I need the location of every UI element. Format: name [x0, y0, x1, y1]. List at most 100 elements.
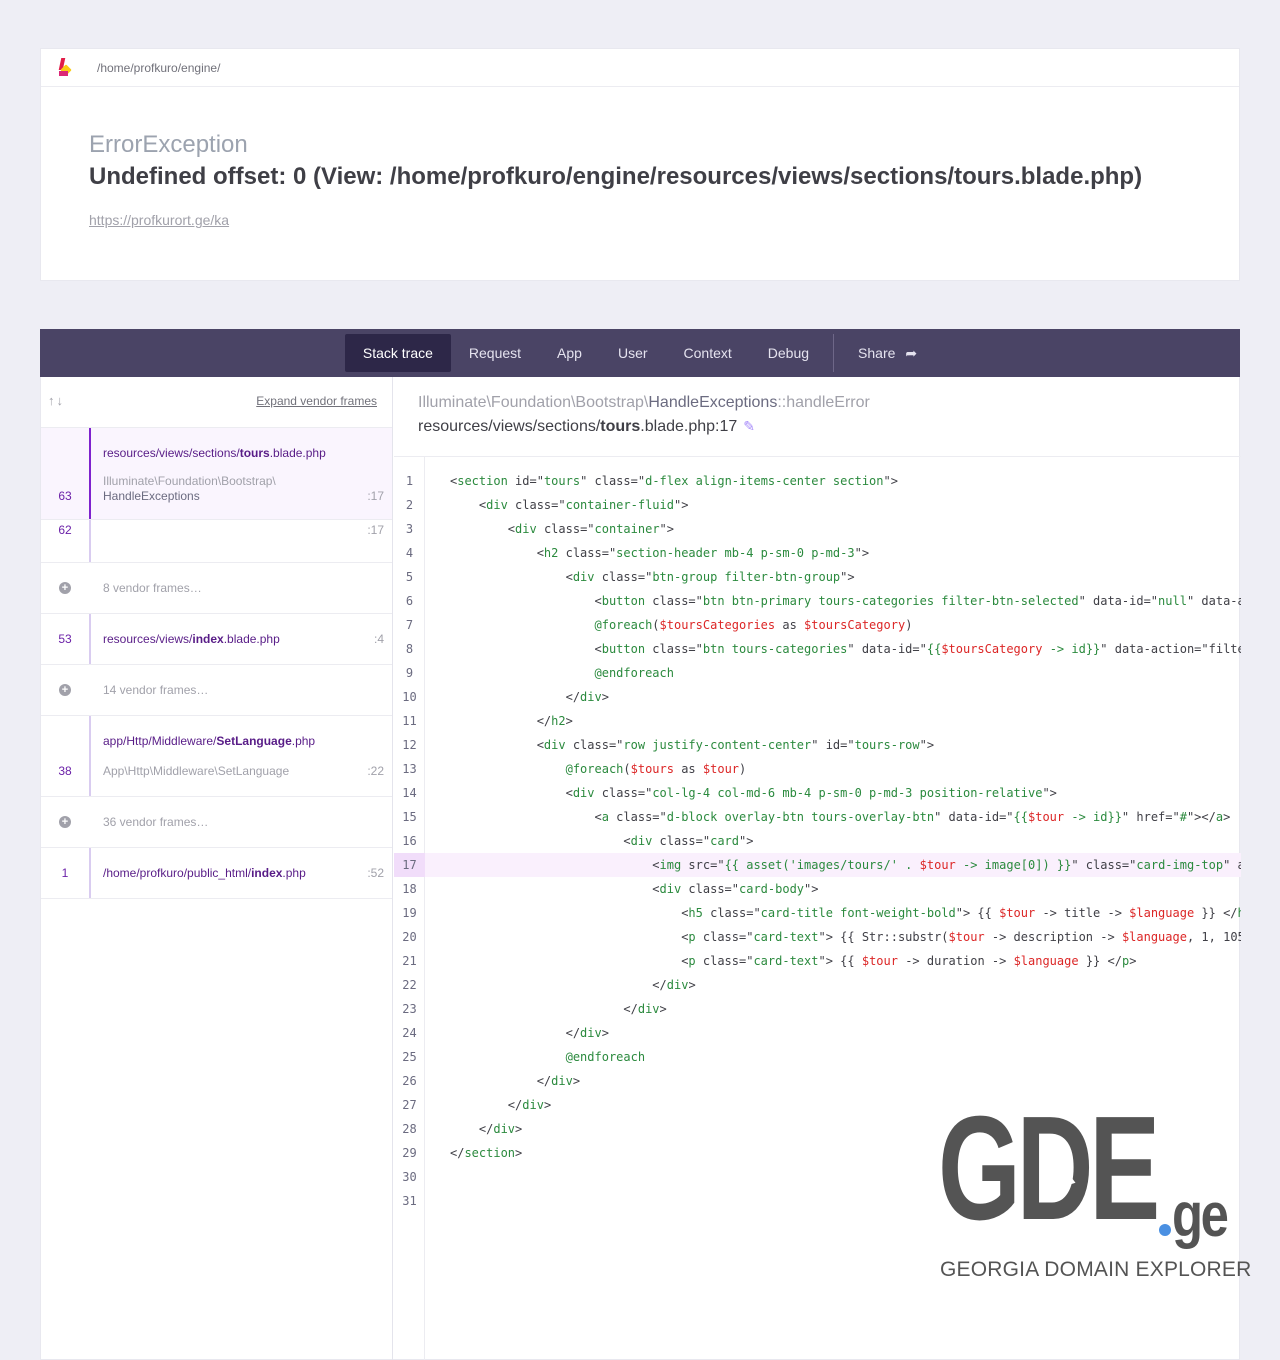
line-number: 7	[405, 618, 414, 632]
frame-class: App\Http\Middleware\SetLanguage	[103, 764, 290, 778]
line-number: 12	[402, 738, 417, 752]
stack-frame[interactable]: 53 resources/views/index.blade.php :4	[41, 614, 392, 665]
stack-frame[interactable]: resources/views/sections/tours.blade.php…	[41, 428, 392, 520]
code-line: 24 </div>	[394, 1021, 1241, 1045]
request-url-link[interactable]: https://profkurort.ge/ka	[89, 212, 229, 228]
stack-frame[interactable]: 1 /home/profkuro/public_html/index.php :…	[41, 848, 392, 899]
code-text: <div class="col-lg-4 col-md-6 mb-4 p-sm-…	[450, 786, 1057, 800]
code-line: 17 <img src="{{ asset('images/tours/' . …	[394, 853, 1241, 877]
code-text: <div class="card">	[450, 834, 754, 848]
vendor-frames-toggle[interactable]: + 14 vendor frames…	[41, 665, 392, 716]
code-line: 20 <p class="card-text"> {{ Str::substr(…	[394, 925, 1241, 949]
code-text: <div class="card-body">	[450, 882, 819, 896]
line-number: 16	[402, 834, 417, 848]
expand-vendor-frames-link[interactable]: Expand vendor frames	[256, 394, 377, 408]
code-line: 8 <button class="btn tours-categories" d…	[394, 637, 1241, 661]
code-line: 7 @foreach($toursCategories as $toursCat…	[394, 613, 1241, 637]
tab-app[interactable]: App	[539, 334, 600, 372]
code-text: @endforeach	[594, 666, 674, 680]
gde-watermark-logo: GDE ge GEORGIA DOMAIN EXPLORER	[938, 1094, 1251, 1287]
vendor-frames-toggle[interactable]: + 8 vendor frames…	[41, 563, 392, 614]
project-path: /home/profkuro/engine/	[97, 60, 221, 75]
frame-file: resources/views/index.blade.php	[103, 632, 280, 646]
code-line: 16 <div class="card">	[394, 829, 1241, 853]
code-text: </div>	[450, 1098, 552, 1112]
line-number: 10	[402, 690, 417, 704]
code-text: </h2>	[450, 714, 573, 728]
vendor-frames-label: 8 vendor frames…	[103, 581, 202, 595]
code-line: 6 <button class="btn btn-primary tours-c…	[394, 589, 1241, 613]
code-line: 15 <a class="d-block overlay-btn tours-o…	[394, 805, 1241, 829]
frame-number: 62	[58, 523, 72, 537]
frames-header: ↑↓ Expand vendor frames	[41, 377, 392, 428]
line-number: 25	[402, 1050, 417, 1064]
code-text: @foreach($tours as $tour)	[565, 762, 747, 776]
code-text: <h5 class="card-title font-weight-bold">…	[450, 906, 1241, 920]
code-text: <section id="tours" class="d-flex align-…	[450, 474, 898, 488]
line-number: 21	[402, 954, 417, 968]
frame-detail-file: resources/views/sections/tours.blade.php…	[418, 418, 756, 435]
code-text: <div class="row justify-content-center" …	[450, 738, 935, 752]
exception-class: ErrorException	[89, 131, 248, 158]
frame-class-name: HandleExceptions	[103, 489, 200, 503]
code-text: <button class="btn tours-categories" dat…	[450, 642, 1241, 656]
watermark-dot	[1159, 1224, 1171, 1236]
tab-context[interactable]: Context	[666, 334, 750, 372]
code-line: 9 @endforeach	[394, 661, 1241, 685]
line-number: 28	[402, 1122, 417, 1136]
expand-plus-icon: +	[59, 816, 71, 828]
code-line: 13 @foreach($tours as $tour)	[394, 757, 1241, 781]
code-text: <h2 class="section-header mb-4 p-sm-0 p-…	[450, 546, 870, 560]
expand-plus-icon: +	[59, 582, 71, 594]
tab-request[interactable]: Request	[451, 334, 539, 372]
code-text: @foreach($toursCategories as $toursCateg…	[594, 618, 913, 632]
line-number: 1	[405, 474, 414, 488]
code-text: <div class="container-fluid">	[450, 498, 689, 512]
code-text: <div class="container">	[450, 522, 674, 536]
frame-line: :17	[367, 523, 384, 537]
tab-bar: Stack trace Request App User Context Deb…	[40, 329, 1240, 377]
tab-stack-trace[interactable]: Stack trace	[344, 334, 451, 372]
vendor-frames-toggle[interactable]: + 36 vendor frames…	[41, 797, 392, 848]
line-number: 17	[394, 853, 425, 877]
code-line: 4 <h2 class="section-header mb-4 p-sm-0 …	[394, 541, 1241, 565]
line-number: 30	[402, 1170, 417, 1184]
frame-navigation-arrows-icon[interactable]: ↑↓	[48, 393, 65, 408]
expand-plus-icon: +	[59, 684, 71, 696]
share-label: Share	[858, 345, 896, 361]
code-line: 25 @endforeach	[394, 1045, 1241, 1069]
line-number: 23	[402, 1002, 417, 1016]
edit-pencil-icon[interactable]: ✎	[743, 418, 755, 434]
line-number: 19	[402, 906, 417, 920]
watermark-suffix: ge	[1172, 1181, 1229, 1250]
tab-debug[interactable]: Debug	[750, 334, 827, 372]
frame-number: 1	[61, 866, 69, 880]
error-header-card: /home/profkuro/engine/ ErrorException Un…	[40, 48, 1240, 281]
frames-sidebar: ↑↓ Expand vendor frames resources/views/…	[41, 377, 393, 1360]
code-text: <a class="d-block overlay-btn tours-over…	[450, 810, 1231, 824]
code-text: </div>	[450, 1074, 581, 1088]
code-text: <button class="btn btn-primary tours-cat…	[450, 594, 1241, 608]
code-text: </div>	[450, 1002, 667, 1016]
tab-separator	[833, 334, 835, 372]
vendor-frames-label: 36 vendor frames…	[103, 815, 209, 829]
code-line: 22 </div>	[394, 973, 1241, 997]
frame-detail-class: Illuminate\Foundation\Bootstrap\HandleEx…	[418, 394, 870, 411]
code-line: 2 <div class="container-fluid">	[394, 493, 1241, 517]
frame-line: :52	[367, 866, 384, 880]
code-line: 5 <div class="btn-group filter-btn-group…	[394, 565, 1241, 589]
tab-user[interactable]: User	[600, 334, 666, 372]
code-line: 11 </h2>	[394, 709, 1241, 733]
frame-number: 38	[58, 764, 72, 778]
stack-frame[interactable]: 62 :17	[41, 520, 392, 563]
vendor-frames-label: 14 vendor frames…	[103, 683, 209, 697]
code-line: 14 <div class="col-lg-4 col-md-6 mb-4 p-…	[394, 781, 1241, 805]
line-number: 22	[402, 978, 417, 992]
frame-file: /home/profkuro/public_html/index.php	[103, 866, 306, 880]
exception-message: Undefined offset: 0 (View: /home/profkur…	[89, 163, 1143, 190]
share-button[interactable]: Share ➦	[840, 334, 935, 372]
stack-frame[interactable]: app/Http/Middleware/SetLanguage.php App\…	[41, 716, 392, 797]
line-number: 5	[405, 570, 414, 584]
code-text: </section>	[450, 1146, 523, 1160]
line-number: 20	[402, 930, 417, 944]
